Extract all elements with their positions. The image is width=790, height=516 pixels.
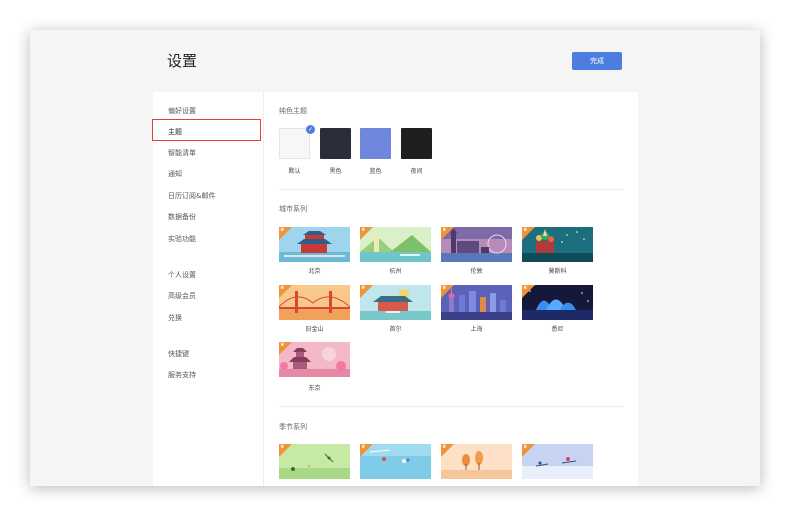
section-divider	[279, 406, 624, 407]
theme-label: 首尔	[389, 326, 402, 333]
section-divider	[279, 189, 624, 190]
crown-icon: ♛	[361, 227, 366, 233]
swatch-default[interactable]: ✓	[279, 125, 315, 159]
theme-thumb-hangzhou[interactable]: ♛	[360, 227, 431, 262]
theme-label: 悉尼	[551, 326, 564, 333]
section-title-solid: 纯色主题	[279, 107, 307, 115]
theme-label: 上海	[470, 326, 483, 333]
theme-thumb-winter[interactable]: ♛	[522, 444, 593, 479]
page-title: 设置	[167, 52, 198, 70]
theme-label: 伦敦	[470, 268, 483, 275]
theme-thumb-san-francisco[interactable]: ♛	[279, 285, 350, 320]
theme-label: 旧金山	[305, 326, 324, 333]
theme-thumb-sydney[interactable]: ♛	[522, 285, 593, 320]
crown-icon: ♛	[361, 444, 366, 450]
crown-icon: ♛	[361, 285, 366, 291]
theme-thumb-summer[interactable]: ♛	[360, 444, 431, 479]
theme-thumb-beijing[interactable]: ♛	[279, 227, 350, 262]
crown-icon: ♛	[280, 444, 285, 450]
crown-icon: ♛	[442, 285, 447, 291]
crown-icon: ♛	[280, 227, 285, 233]
swatch-night[interactable]	[401, 128, 432, 159]
sidebar-item-calendar-email[interactable]: 日历订阅&邮件	[168, 191, 215, 201]
crown-icon: ♛	[442, 444, 447, 450]
crown-icon: ♛	[523, 227, 528, 233]
section-title-city: 城市系列	[279, 205, 307, 213]
theme-label: 莫斯科	[548, 268, 567, 275]
sidebar-item-labs[interactable]: 实验功能	[168, 234, 196, 244]
sidebar-item-smart-lists[interactable]: 智能清单	[168, 148, 196, 158]
swatch-label: 蓝色	[369, 168, 382, 175]
theme-label: 北京	[308, 268, 321, 275]
sidebar-item-premium[interactable]: 高级会员	[168, 291, 196, 301]
swatch-label: 夜间	[410, 168, 423, 175]
theme-content: 纯色主题 ✓ 默认 黑色 蓝色 夜间 城市系列 ♛ 北京 ♛ 杭州 ♛ 伦敦 ♛…	[264, 92, 638, 486]
settings-panel: 偏好设置 主题 智能清单 通知 日历订阅&邮件 数据备份 实验功能 个人设置 高…	[152, 92, 638, 486]
theme-thumb-shanghai[interactable]: ♛	[441, 285, 512, 320]
done-button[interactable]: 完成	[572, 52, 622, 70]
swatch-label: 默认	[288, 168, 301, 175]
sidebar-item-backup[interactable]: 数据备份	[168, 212, 196, 222]
theme-thumb-seoul[interactable]: ♛	[360, 285, 431, 320]
crown-icon: ♛	[523, 444, 528, 450]
theme-thumb-tokyo[interactable]: ♛	[279, 342, 350, 377]
theme-thumb-autumn[interactable]: ♛	[441, 444, 512, 479]
sidebar-item-preferences[interactable]: 偏好设置	[168, 106, 196, 116]
check-icon: ✓	[306, 125, 315, 134]
swatch-black[interactable]	[320, 128, 351, 159]
theme-thumb-london[interactable]: ♛	[441, 227, 512, 262]
sidebar-item-redeem[interactable]: 兑换	[168, 313, 182, 323]
theme-thumb-spring[interactable]: ♛	[279, 444, 350, 479]
section-title-season: 季节系列	[279, 423, 307, 431]
sidebar-item-notifications[interactable]: 通知	[168, 169, 182, 179]
sidebar-item-shortcuts[interactable]: 快捷键	[168, 349, 189, 359]
theme-label: 杭州	[389, 268, 402, 275]
theme-label: 东京	[308, 385, 321, 392]
swatch-label: 黑色	[329, 168, 342, 175]
settings-sidebar: 偏好设置 主题 智能清单 通知 日历订阅&邮件 数据备份 实验功能 个人设置 高…	[152, 92, 264, 486]
sidebar-item-account[interactable]: 个人设置	[168, 270, 196, 280]
settings-window: 设置 完成 偏好设置 主题 智能清单 通知 日历订阅&邮件 数据备份 实验功能 …	[30, 30, 760, 486]
crown-icon: ♛	[523, 285, 528, 291]
crown-icon: ♛	[442, 227, 447, 233]
theme-thumb-moscow[interactable]: ♛	[522, 227, 593, 262]
sidebar-item-support[interactable]: 服务支持	[168, 370, 196, 380]
sidebar-item-theme[interactable]: 主题	[168, 127, 182, 137]
crown-icon: ♛	[280, 285, 285, 291]
swatch-blue[interactable]	[360, 128, 391, 159]
crown-icon: ♛	[280, 342, 285, 348]
